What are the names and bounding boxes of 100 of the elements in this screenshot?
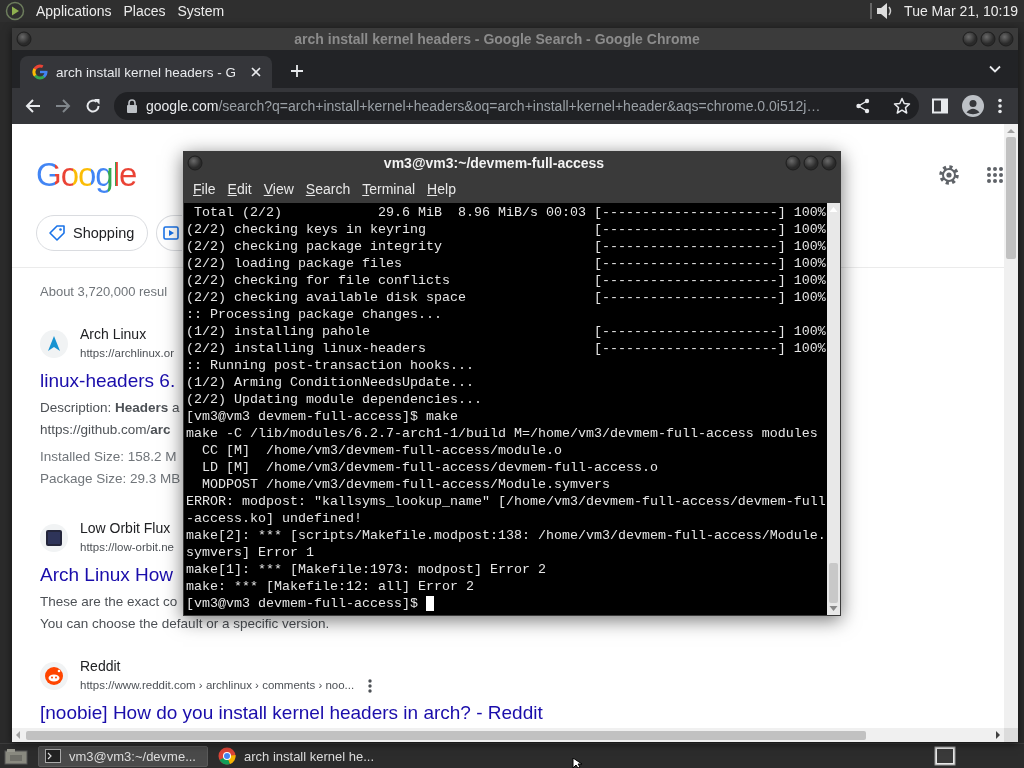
- back-arrow-icon[interactable]: [25, 98, 41, 114]
- terminal-line: [vm3@vm3 devmem-full-access]$: [186, 595, 419, 612]
- terminal-line: [vm3@vm3 devmem-full-access]$ make: [186, 408, 458, 425]
- terminal-line: LD [M] /home/vm3/devmem-full-access/devmem-full-access.o: [201, 459, 658, 476]
- google-favicon-icon: [32, 64, 48, 80]
- clock[interactable]: Tue Mar 21, 10:19: [904, 3, 1018, 19]
- terminal-icon: [45, 748, 61, 764]
- terminal-line: (1/2) Arming ConditionNeedsUpdate...: [186, 374, 474, 391]
- site-name: Arch Linux: [80, 325, 148, 344]
- terminal-line: :: Running post-transaction hooks...: [186, 357, 474, 374]
- settings-icon[interactable]: [938, 164, 960, 186]
- taskbar-button[interactable]: arch install kernel he...: [212, 745, 382, 767]
- result-snippet: You can choose the default or a specific version.: [40, 615, 330, 633]
- terminal-line: (2/2) installing linux-headers: [186, 340, 427, 357]
- window-button-icon[interactable]: [998, 31, 1014, 47]
- progress-text: [----------------------] 100%: [593, 221, 826, 238]
- site-name: Low Orbit Flux: [80, 519, 172, 538]
- browser-tab[interactable]: arch install kernel headers - G: [20, 56, 272, 88]
- result-stats: About 3,720,000 resul: [40, 284, 168, 299]
- url-text: google.com/search?q=arch+install+kernel+headers&oq=arch+install+kernel+header&aqs=chrome.0.0i512j…: [146, 98, 822, 114]
- window-button-icon[interactable]: [821, 155, 837, 171]
- apps-grid-icon[interactable]: [986, 166, 1004, 184]
- window-button-icon[interactable]: [187, 155, 203, 171]
- workspace-icon[interactable]: [934, 746, 956, 766]
- terminal-line: make[2]: *** [scripts/Makefile.modpost:138: /home/vm3/devmem-full-access/Module.: [186, 527, 826, 544]
- terminal-line: make -C /lib/modules/6.2.7-arch1-1/build M=/home/vm3/devmem-full-access modules: [186, 425, 818, 442]
- terminal-line: -access.ko] undefined!: [186, 510, 362, 527]
- panel-menu[interactable]: System: [177, 3, 225, 19]
- menu-item[interactable]: File: [189, 179, 220, 199]
- result-title-link[interactable]: Arch Linux How: [40, 563, 174, 587]
- more-options-icon[interactable]: [368, 678, 373, 693]
- result-snippet: These are the exact co: [40, 593, 178, 611]
- reload-icon[interactable]: [85, 98, 101, 114]
- forward-arrow-icon[interactable]: [55, 98, 71, 114]
- window-title: vm3@vm3:~/devmem-full-access: [382, 155, 606, 171]
- star-icon[interactable]: [893, 97, 911, 115]
- terminal-line: (2/2) checking for file conflicts: [186, 272, 451, 289]
- panel-menu[interactable]: Applications: [36, 3, 112, 19]
- scroll-down-icon[interactable]: [829, 605, 838, 612]
- terminal-line: ERROR: modpost: "kallsyms_lookup_name" [/home/vm3/devmem-full-access/devmem-full: [186, 493, 826, 510]
- site-name: Reddit: [80, 657, 122, 676]
- terminal-line: (1/2) installing pahole: [186, 323, 371, 340]
- terminal-line: (2/2) loading package files: [186, 255, 403, 272]
- result-url: https://low-orbit.ne: [80, 540, 174, 555]
- menu-item[interactable]: Help: [423, 179, 460, 199]
- scrollbar-thumb[interactable]: [1006, 137, 1016, 259]
- menu-item[interactable]: Terminal: [358, 179, 420, 199]
- menu-item[interactable]: Edit: [223, 179, 256, 199]
- terminal-line: make: *** [Makefile:12: all] Error 2: [186, 578, 474, 595]
- filter-chip[interactable]: [156, 215, 183, 251]
- result-detail: Package Size: 29.3 MB: [40, 470, 181, 488]
- profile-icon[interactable]: [962, 95, 984, 117]
- filter-chip[interactable]: Shopping: [36, 215, 149, 251]
- browser-icon: [218, 747, 236, 765]
- side-panel-icon[interactable]: [932, 98, 948, 114]
- window-button-icon[interactable]: [980, 31, 996, 47]
- scrollbar-thumb[interactable]: [829, 563, 838, 603]
- terminal-line: MODPOST /home/vm3/devmem-full-access/Module.symvers: [201, 476, 610, 493]
- menu-item[interactable]: View: [259, 179, 298, 199]
- site-favicon-icon: [40, 662, 68, 690]
- terminal-line: (2/2) checking package integrity: [186, 238, 443, 255]
- tag-icon: [48, 224, 66, 242]
- menu-item[interactable]: Search: [301, 179, 355, 199]
- scroll-right-icon[interactable]: [994, 730, 1002, 740]
- progress-text: [----------------------] 100%: [593, 323, 826, 340]
- vertical-scrollbar[interactable]: [827, 203, 840, 615]
- more-menu-icon[interactable]: [998, 98, 1002, 114]
- window-button-icon[interactable]: [16, 31, 32, 47]
- new-tab-icon[interactable]: [290, 64, 304, 78]
- menu-logo-icon[interactable]: [4, 1, 26, 21]
- mouse-pointer-icon: [572, 758, 584, 768]
- vertical-scrollbar[interactable]: [1004, 124, 1018, 728]
- horizontal-scrollbar[interactable]: [12, 728, 1004, 742]
- result-title-link[interactable]: [noobie] How do you install kernel headers in arch? - Reddit: [40, 701, 543, 725]
- panel-menu[interactable]: Places: [123, 3, 166, 19]
- site-favicon-icon: [40, 524, 68, 552]
- window-button-icon[interactable]: [803, 155, 819, 171]
- result-title-link[interactable]: linux-headers 6.: [40, 369, 176, 393]
- share-icon[interactable]: [855, 98, 871, 114]
- window-title: arch install kernel headers - Google Search - Google Chrome: [293, 31, 701, 47]
- result-snippet: Description: Headers a: [40, 399, 180, 417]
- progress-text: [----------------------] 100%: [593, 289, 826, 306]
- progress-text: [----------------------] 100%: [593, 255, 826, 272]
- close-icon[interactable]: [250, 66, 262, 78]
- terminal-line: :: Processing package changes...: [186, 306, 442, 323]
- terminal-line: symvers] Error 1: [186, 544, 314, 561]
- terminal-line: (2/2) checking available disk space: [186, 289, 467, 306]
- lock-icon[interactable]: [126, 99, 138, 113]
- progress-text: [----------------------] 100%: [593, 238, 826, 255]
- progress-text: [----------------------] 100%: [593, 340, 826, 357]
- address-bar[interactable]: google.com/search?q=arch+install+kernel+headers&oq=arch+install+kernel+header&aqs=chrome.0.0i512j…: [114, 92, 919, 120]
- result-url: https://archlinux.or: [80, 346, 174, 361]
- scrollbar-thumb[interactable]: [26, 730, 866, 740]
- terminal-line: (2/2) Updating module dependencies...: [186, 391, 482, 408]
- window-button-icon[interactable]: [785, 155, 801, 171]
- taskbar-button[interactable]: vm3@vm3:~/devme...: [38, 745, 208, 767]
- show-desktop-icon[interactable]: [4, 746, 28, 766]
- progress-text: [----------------------] 100%: [593, 204, 826, 221]
- window-button-icon[interactable]: [962, 31, 978, 47]
- terminal-line: (2/2) checking keys in keyring: [186, 221, 427, 238]
